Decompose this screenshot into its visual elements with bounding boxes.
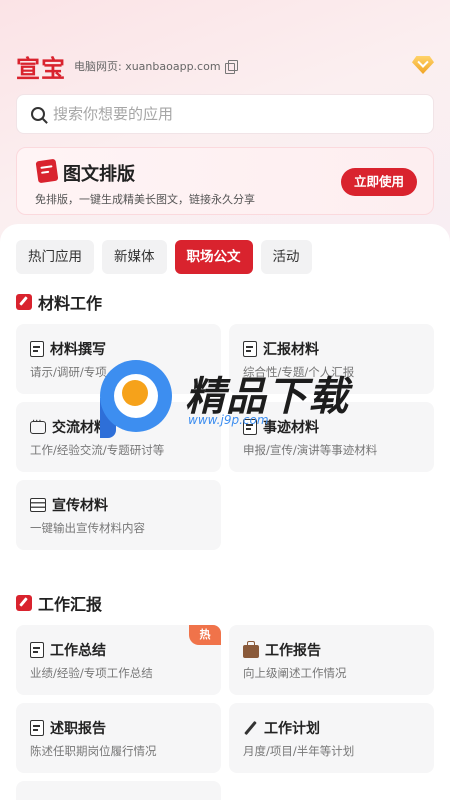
doc-edit-icon (30, 341, 44, 357)
tab-events[interactable]: 活动 (260, 240, 312, 274)
board-icon (30, 498, 46, 512)
promo-description: 免排版，一键生成精美长图文，链接永久分享 (35, 193, 255, 206)
card-desc: 陈述任职期岗位履行情况 (30, 744, 157, 758)
copy-icon[interactable] (224, 60, 238, 74)
edit-icon (16, 595, 32, 611)
vip-diamond-icon[interactable] (412, 56, 434, 74)
edit-icon (16, 294, 32, 310)
briefcase-icon (243, 641, 259, 658)
section-title-text: 工作汇报 (38, 595, 103, 614)
pen-icon (244, 720, 257, 736)
card-work-summary[interactable]: 工作总结 业绩/经验/专项工作总结 热 (16, 625, 221, 695)
card-partial-next[interactable] (16, 781, 221, 800)
clipboard-icon (243, 341, 257, 357)
card-duty-report[interactable]: 述职报告 陈述任职期岗位履行情况 (16, 703, 221, 773)
card-deeds-materials[interactable]: 事迹材料 申报/宣传/演讲等事迹材料 (229, 402, 434, 472)
promo-banner[interactable]: 图文排版 免排版，一键生成精美长图文，链接永久分享 立即使用 (16, 147, 434, 215)
search-icon (31, 107, 45, 121)
card-desc: 请示/调研/专项 (30, 365, 107, 379)
card-title: 汇报材料 (263, 342, 319, 358)
card-title: 工作总结 (50, 643, 106, 659)
section-title-work-report: 工作汇报 (16, 591, 102, 615)
card-title: 述职报告 (50, 721, 106, 737)
card-title: 事迹材料 (263, 420, 319, 436)
app-header: 宣宝 电脑网页: xuanbaoapp.com (16, 50, 434, 83)
doc-icon (243, 419, 257, 435)
card-publicity-materials[interactable]: 宣传材料 一键输出宣传材料内容 (16, 480, 221, 550)
card-work-report[interactable]: 工作报告 向上级阐述工作情况 (229, 625, 434, 695)
card-title: 材料撰写 (50, 342, 106, 358)
chat-icon (30, 416, 46, 434)
card-title: 工作报告 (265, 643, 321, 659)
tab-hot-apps[interactable]: 热门应用 (16, 240, 94, 274)
card-desc: 综合性/专题/个人汇报 (243, 365, 355, 379)
card-title: 宣传材料 (52, 498, 108, 514)
article-layout-icon (35, 158, 59, 184)
tab-new-media[interactable]: 新媒体 (102, 240, 167, 274)
card-material-writing[interactable]: 材料撰写 请示/调研/专项 (16, 324, 221, 394)
card-work-plan[interactable]: 工作计划 月度/项目/半年等计划 (229, 703, 434, 773)
card-title: 交流材料 (52, 420, 108, 436)
site-url-label: 电脑网页: xuanbaoapp.com (74, 60, 221, 73)
card-desc: 申报/宣传/演讲等事迹材料 (243, 443, 378, 457)
app-logo: 宣宝 (16, 53, 66, 83)
doc-edit-icon (30, 720, 44, 736)
doc-icon (30, 642, 44, 658)
card-exchange-materials[interactable]: 交流材料 工作/经验交流/专题研讨等 (16, 402, 221, 472)
section-title-materials: 材料工作 (16, 290, 102, 314)
search-bar[interactable] (16, 94, 434, 134)
card-title: 工作计划 (264, 721, 320, 737)
card-desc: 向上级阐述工作情况 (243, 666, 347, 680)
search-input[interactable] (53, 105, 393, 123)
promo-title: 图文排版 (63, 164, 135, 185)
card-desc: 一键输出宣传材料内容 (30, 521, 145, 535)
category-tabs: 热门应用 新媒体 职场公文 活动 (16, 240, 312, 274)
tab-office-docs[interactable]: 职场公文 (174, 240, 253, 274)
card-desc: 工作/经验交流/专题研讨等 (30, 443, 165, 457)
content-panel: 热门应用 新媒体 职场公文 活动 材料工作 材料撰写 请示/调研/专项 汇报材料… (0, 224, 450, 800)
section-title-text: 材料工作 (38, 294, 103, 313)
card-desc: 业绩/经验/专项工作总结 (30, 666, 153, 680)
use-now-button[interactable]: 立即使用 (341, 168, 417, 196)
card-report-materials[interactable]: 汇报材料 综合性/专题/个人汇报 (229, 324, 434, 394)
hot-badge: 热 (189, 625, 221, 645)
card-desc: 月度/项目/半年等计划 (243, 744, 355, 758)
